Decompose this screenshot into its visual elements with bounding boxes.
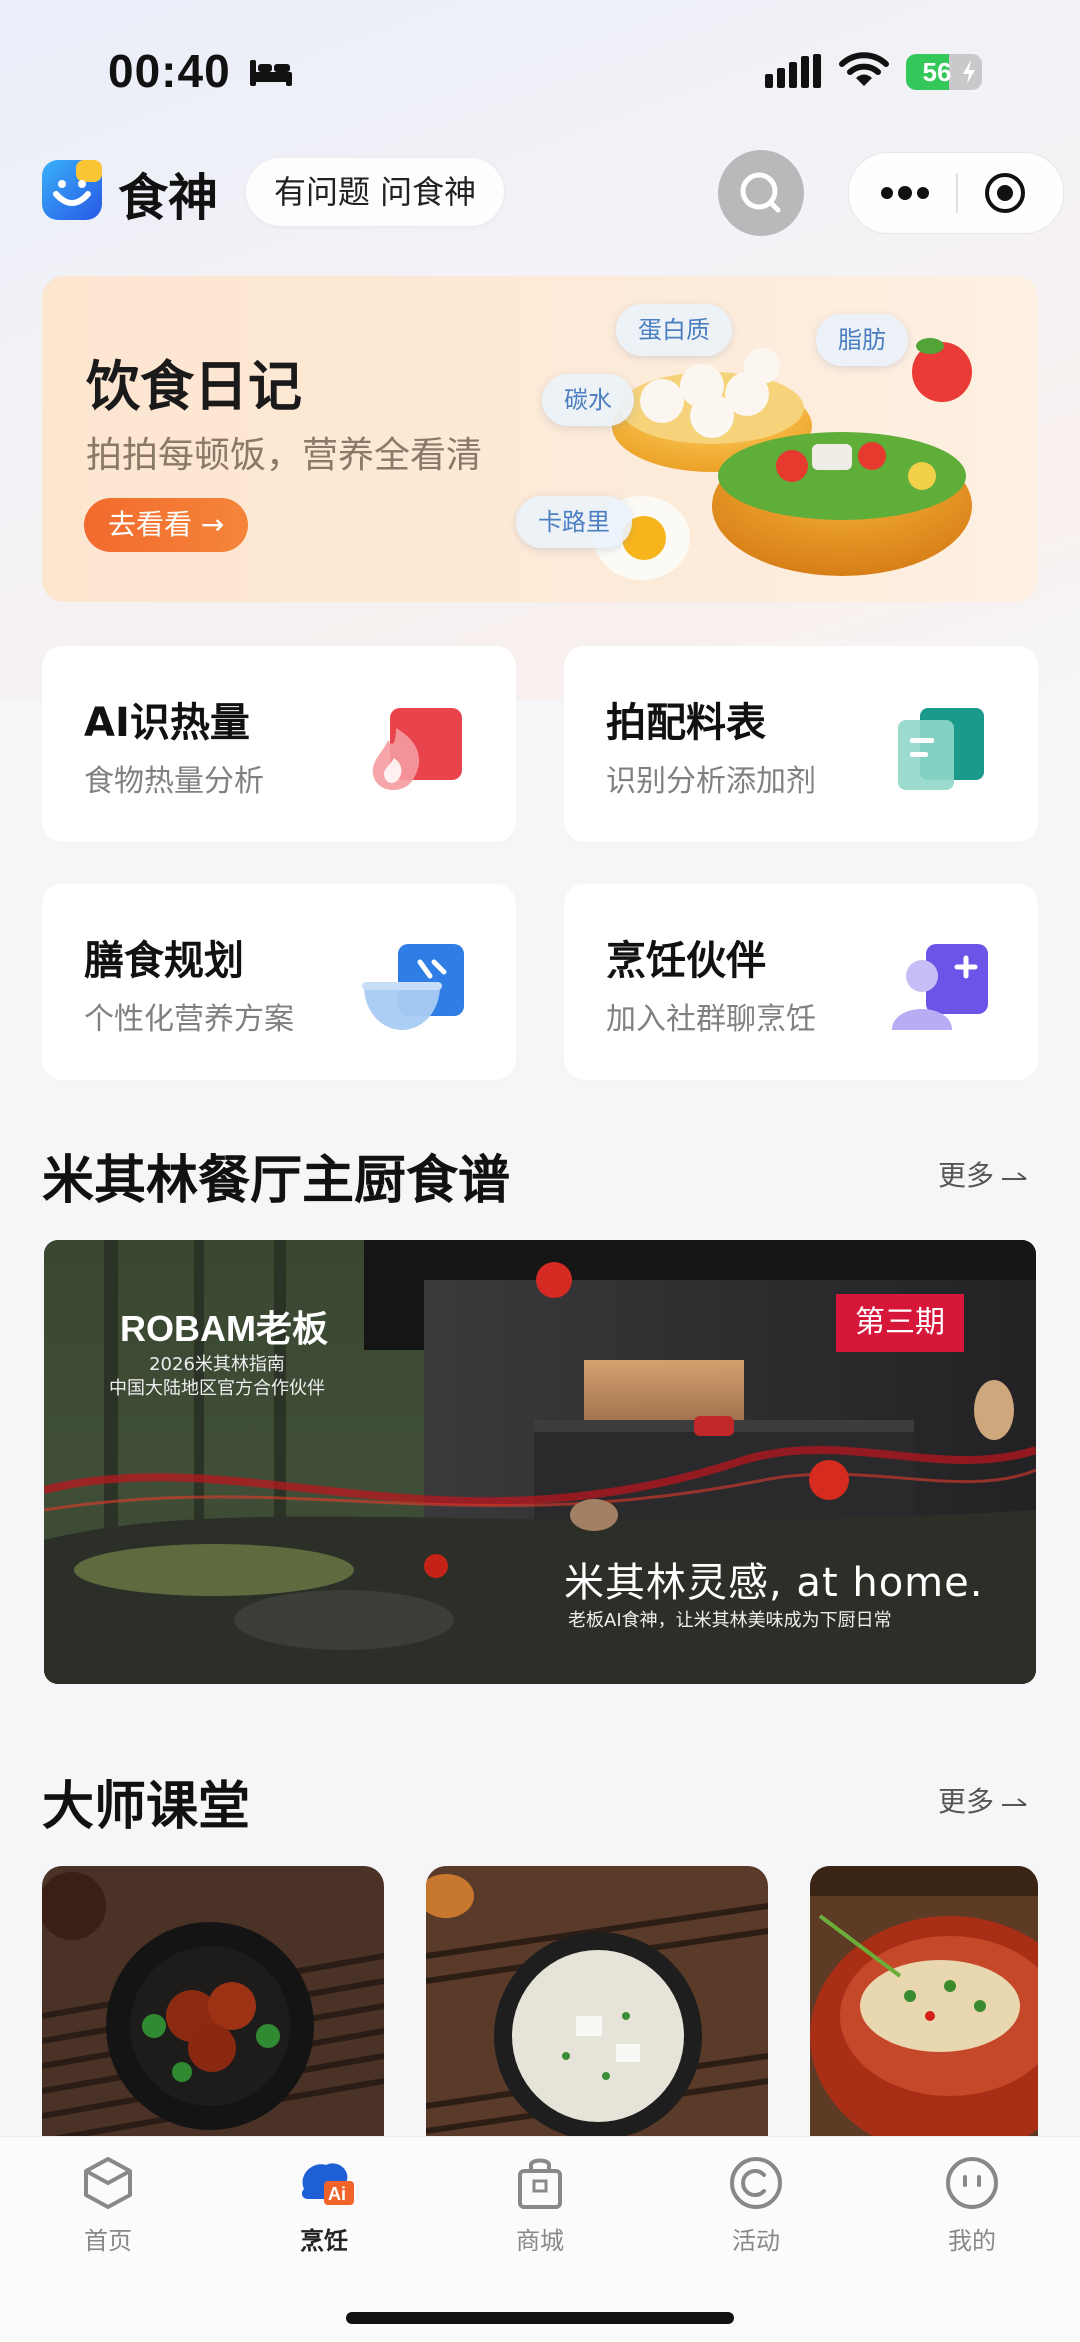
search-icon [740, 172, 781, 213]
spicy-fish-image [810, 1866, 1038, 2146]
tab-profile[interactable]: 我的 [912, 2153, 1032, 2256]
course-card-tofu-soup[interactable] [426, 1866, 768, 2146]
tab-label: 烹饪 [300, 2227, 348, 2255]
capsule-divider [956, 173, 958, 213]
brand-logo-text: ROBAM老板 [120, 1308, 328, 1349]
feature-title: 膳食规划 [84, 938, 244, 984]
course-card-braised-meatballs[interactable] [42, 1866, 384, 2146]
tab-label: 我的 [948, 2227, 996, 2255]
sleep-mode-icon [250, 60, 292, 86]
tab-cooking[interactable]: Ai 烹饪 [264, 2153, 384, 2256]
feature-card-ingredient-scan[interactable]: 拍配料表 识别分析添加剂 [564, 646, 1038, 842]
bottom-tab-bar: 首页 Ai 烹饪 商城 活动 我的 [0, 2136, 1080, 2342]
home-icon [84, 2157, 132, 2209]
feature-card-ai-calories[interactable]: AI识热量 食物热量分析 [42, 646, 516, 842]
chip-fat: 脂肪 [816, 314, 908, 366]
flame-icon [372, 708, 462, 790]
promo-tagline: 老板AI食神，让米其林美味成为下厨日常 [568, 1610, 892, 1631]
status-time: 00:40 [108, 45, 231, 97]
masterclass-section-title: 大师课堂 [42, 1777, 251, 1837]
michelin-more-link[interactable]: 更多 [938, 1154, 1030, 1194]
more-options-icon[interactable] [877, 177, 933, 209]
activity-icon [730, 2157, 782, 2209]
feature-subtitle: 个性化营养方案 [84, 1002, 294, 1037]
masterclass-more-link[interactable]: 更多 [938, 1780, 1030, 1820]
banner-go-button[interactable]: 去看看 → [84, 498, 249, 552]
tab-shop[interactable]: 商城 [480, 2153, 600, 2256]
battery-indicator: 56 [906, 54, 982, 90]
svg-text:Ai: Ai [328, 2184, 346, 2204]
michelin-promo-banner[interactable]: ROBAM老板 2026米其林指南 中国大陆地区官方合作伙伴 第三期 米其林灵感… [44, 1240, 1036, 1684]
tab-home[interactable]: 首页 [48, 2153, 168, 2256]
profile-icon [946, 2157, 998, 2209]
battery-percent: 56 [922, 57, 952, 87]
chip-carbs: 碳水 [542, 374, 634, 426]
feature-card-meal-planning[interactable]: 膳食规划 个性化营养方案 [42, 884, 516, 1080]
feature-subtitle: 识别分析添加剂 [606, 764, 816, 799]
banner-subtitle: 拍拍每顿饭，营养全看清 [86, 435, 483, 476]
app-logo-icon [42, 160, 102, 220]
feature-subtitle: 加入社群聊烹饪 [606, 1002, 816, 1037]
cooking-ai-icon: Ai [301, 2163, 354, 2205]
tab-activity[interactable]: 活动 [696, 2153, 816, 2256]
wifi-icon [839, 52, 889, 86]
feature-title: 烹饪伙伴 [606, 938, 766, 984]
home-indicator [346, 2312, 734, 2324]
miniprogram-capsule [848, 152, 1064, 234]
close-miniprogram-icon[interactable] [983, 171, 1027, 215]
charging-bolt-icon [963, 60, 975, 84]
promo-line-2: 中国大陆地区官方合作伙伴 [109, 1378, 325, 1399]
issue-badge: 第三期 [836, 1294, 964, 1352]
food-illustration [594, 338, 972, 580]
document-icon [898, 708, 984, 790]
add-user-icon [892, 944, 988, 1030]
tab-label: 首页 [84, 2227, 132, 2255]
bowl-icon [362, 944, 464, 1030]
shopping-bag-icon [518, 2158, 562, 2209]
course-card-fish-dish[interactable] [810, 1866, 1038, 2146]
feature-card-cooking-partner[interactable]: 烹饪伙伴 加入社群聊烹饪 [564, 884, 1038, 1080]
feature-title: AI识热量 [84, 700, 250, 746]
banner-title: 饮食日记 [86, 355, 302, 418]
more-label: 更多 [938, 1159, 995, 1192]
ask-shishen-button[interactable]: 有问题 问食神 [246, 158, 505, 226]
cellular-signal-icon [765, 54, 821, 88]
braised-meatballs-image [42, 1866, 384, 2146]
promo-line-1: 2026米其林指南 [149, 1354, 285, 1375]
app-title: 食神 [118, 169, 218, 227]
tab-label: 商城 [516, 2227, 564, 2255]
feature-title: 拍配料表 [606, 700, 766, 746]
feature-subtitle: 食物热量分析 [84, 764, 264, 799]
more-label: 更多 [938, 1785, 995, 1818]
arrow-right-icon [1002, 1172, 1027, 1180]
search-button[interactable] [718, 150, 804, 236]
promo-headline: 米其林灵感, at home. [564, 1560, 984, 1606]
chip-protein: 蛋白质 [616, 304, 732, 356]
tab-label: 活动 [732, 2227, 780, 2255]
diet-diary-banner[interactable]: 饮食日记 拍拍每顿饭，营养全看清 去看看 → 蛋白质 脂肪 碳水 卡路里 [42, 276, 1038, 602]
arrow-right-icon [1002, 1798, 1027, 1806]
tofu-soup-image [426, 1866, 768, 2146]
chip-calories: 卡路里 [516, 496, 632, 548]
michelin-section-title: 米其林餐厅主厨食谱 [42, 1151, 511, 1211]
